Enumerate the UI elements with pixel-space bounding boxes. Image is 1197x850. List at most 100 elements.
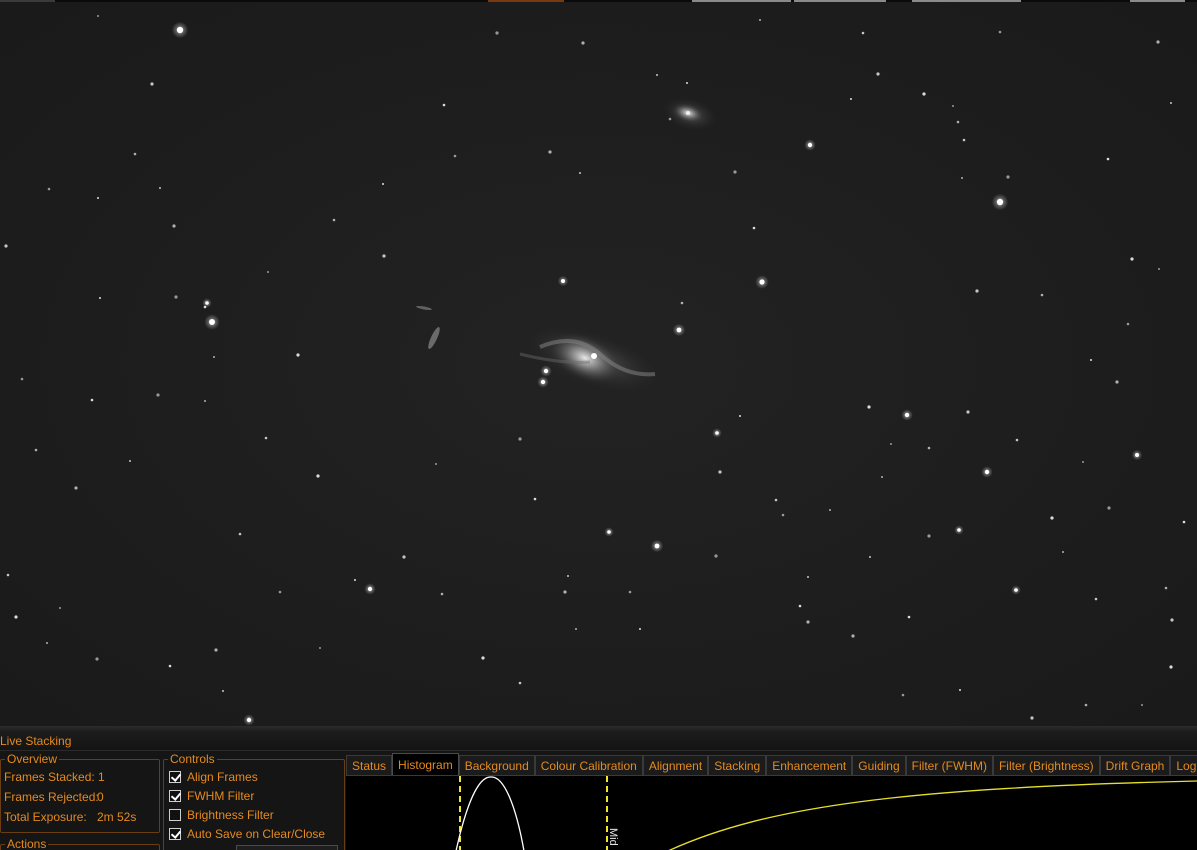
star: [1115, 380, 1119, 384]
star: [1014, 588, 1018, 592]
star: [332, 218, 336, 222]
star: [150, 82, 154, 86]
tab-log[interactable]: Log: [1170, 755, 1197, 775]
checkbox-box[interactable]: [169, 790, 181, 802]
star: [1164, 586, 1168, 590]
tab-strip: Status Histogram Background Colour Calib…: [346, 753, 1197, 775]
star: [316, 474, 320, 478]
star: [382, 183, 384, 185]
checkbox-box[interactable]: [169, 809, 181, 821]
star: [14, 615, 18, 619]
action-button[interactable]: [236, 845, 338, 850]
checkbox-box[interactable]: [169, 828, 181, 840]
star: [966, 410, 970, 414]
star: [74, 486, 78, 490]
checkbox-label: Brightness Filter: [187, 808, 274, 822]
histogram-view[interactable]: Mid: [346, 775, 1197, 850]
star: [382, 254, 386, 258]
star: [1170, 102, 1172, 104]
checkbox-label: Auto Save on Clear/Close: [187, 827, 326, 841]
star: [867, 405, 871, 409]
star: [47, 187, 51, 191]
star: [752, 226, 756, 230]
star: [759, 19, 761, 21]
tab-filter-brightness[interactable]: Filter (Brightness): [992, 755, 1100, 775]
tab-status[interactable]: Status: [346, 755, 393, 775]
mid-marker-label: Mid: [607, 828, 619, 846]
star: [172, 224, 176, 228]
checkbox-label: Align Frames: [187, 770, 258, 784]
star: [1136, 454, 1138, 456]
star: [927, 446, 931, 450]
star: [1106, 157, 1110, 161]
star: [1107, 506, 1111, 510]
star: [518, 681, 522, 685]
star: [296, 353, 300, 357]
star: [518, 437, 522, 441]
star: [1015, 438, 1019, 442]
star: [998, 30, 1002, 34]
star: [1040, 293, 1044, 297]
star: [956, 120, 960, 124]
star: [922, 92, 926, 96]
star: [861, 31, 865, 35]
star: [205, 301, 209, 305]
star: [453, 154, 457, 158]
star: [639, 628, 641, 630]
tab-drift-graph[interactable]: Drift Graph: [1099, 755, 1171, 775]
frames-rejected-row: Frames Rejected: 0: [4, 790, 104, 804]
star: [806, 620, 810, 624]
fwhm-filter-checkbox[interactable]: FWHM Filter: [169, 788, 254, 804]
star: [367, 586, 373, 592]
checkbox-box[interactable]: [169, 771, 181, 783]
panel-title-bar: [0, 732, 1197, 751]
star: [95, 657, 99, 661]
auto-save-checkbox[interactable]: Auto Save on Clear/Close: [169, 826, 325, 842]
tab-background[interactable]: Background: [458, 755, 535, 775]
frames-rejected-label: Frames Rejected:: [4, 790, 99, 804]
star: [907, 615, 911, 619]
tab-colour-calibration[interactable]: Colour Calibration: [534, 755, 643, 775]
stacked-image-view[interactable]: [0, 2, 1197, 726]
star: [540, 379, 546, 385]
star: [34, 448, 38, 452]
star: [686, 82, 688, 84]
star: [354, 579, 356, 581]
controls-legend: Controls: [168, 751, 217, 767]
star: [869, 556, 871, 558]
tab-histogram[interactable]: Histogram: [392, 753, 459, 775]
frames-stacked-row: Frames Stacked: 1: [4, 770, 105, 784]
star: [962, 138, 966, 142]
star: [561, 279, 565, 283]
tab-enhancement[interactable]: Enhancement: [766, 755, 853, 775]
star: [851, 634, 855, 638]
star: [59, 607, 61, 609]
panel-title: Live Stacking: [0, 734, 72, 748]
star: [246, 717, 252, 723]
star: [1050, 516, 1054, 520]
star: [1126, 322, 1130, 326]
star: [214, 648, 218, 652]
brightness-filter-checkbox[interactable]: Brightness Filter: [169, 807, 274, 823]
star: [1084, 703, 1088, 707]
star: [129, 460, 131, 462]
star: [203, 305, 207, 309]
star: [718, 470, 722, 474]
tab-filter-fwhm[interactable]: Filter (FWHM): [905, 755, 993, 775]
star: [901, 693, 905, 697]
star: [4, 244, 8, 248]
tab-stacking[interactable]: Stacking: [708, 755, 767, 775]
star: [1141, 704, 1143, 706]
live-stacking-panel: Live Stacking Overview Frames Stacked: 1…: [0, 732, 1197, 850]
galaxy-main: [519, 326, 660, 392]
star: [904, 412, 910, 418]
tab-alignment[interactable]: Alignment: [642, 755, 709, 775]
actions-legend: Actions: [5, 836, 49, 850]
frames-rejected-value: 0: [97, 790, 104, 804]
star: [957, 528, 961, 532]
align-frames-checkbox[interactable]: Align Frames: [169, 769, 258, 785]
star: [278, 590, 282, 594]
star: [99, 297, 101, 299]
tab-guiding[interactable]: Guiding: [852, 755, 906, 775]
star: [440, 592, 444, 596]
